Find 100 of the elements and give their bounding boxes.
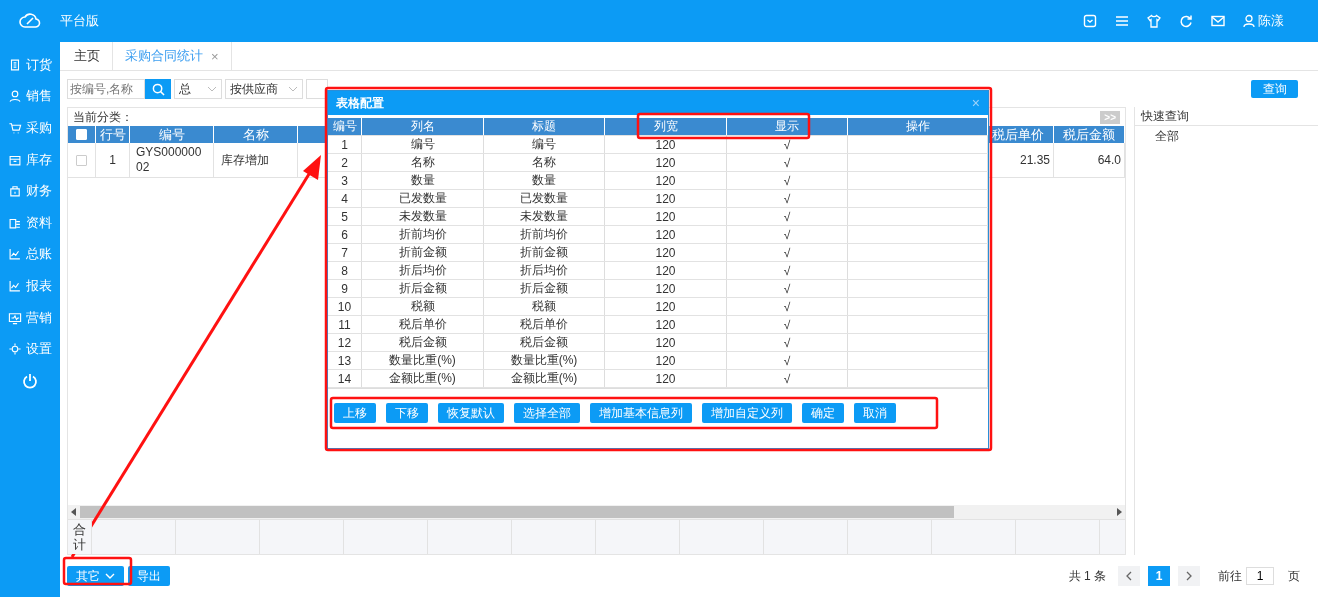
table-cell: √	[727, 208, 848, 225]
table-cell: 编号	[484, 136, 605, 153]
menu-item-icon	[8, 247, 22, 262]
table-cell: √	[727, 280, 848, 297]
sidebar-item[interactable]: 设置	[8, 333, 52, 365]
dialog-button[interactable]: 取消	[854, 403, 896, 423]
table-cell: 8	[328, 262, 362, 279]
next-page-button[interactable]	[1178, 566, 1200, 586]
table-cell: 折后均价	[362, 262, 484, 279]
sidebar-item[interactable]: 报表	[8, 270, 52, 302]
column-header[interactable]: 名称	[214, 126, 298, 143]
table-cell: 5	[328, 208, 362, 225]
menu-item-icon	[8, 278, 22, 293]
column-header[interactable]: 税后金额	[1054, 126, 1125, 143]
table-cell: √	[727, 316, 848, 333]
expand-button[interactable]: >>	[1100, 110, 1120, 124]
table-cell: 金额比重(%)	[484, 370, 605, 387]
page-input[interactable]: 1	[1246, 567, 1274, 585]
tab[interactable]: 主页	[62, 42, 113, 70]
sidebar-item[interactable]: 资料	[8, 206, 52, 239]
table-cell: 64.0	[1054, 143, 1125, 177]
row-checkbox[interactable]	[76, 154, 87, 166]
table-cell: 120	[605, 136, 727, 153]
table-cell: 税后单价	[362, 316, 484, 333]
previous-page-button[interactable]	[1118, 566, 1140, 586]
user-name[interactable]: 陈漾	[1258, 12, 1284, 30]
scroll-left-icon[interactable]	[71, 508, 77, 516]
tab[interactable]: 采购合同统计 ×	[113, 42, 232, 70]
table-cell: 3	[328, 172, 362, 189]
table-cell: 数量比重(%)	[362, 352, 484, 369]
menu-icon[interactable]	[1115, 14, 1129, 28]
table-cell: 6	[328, 226, 362, 243]
table-cell: 折后金额	[362, 280, 484, 297]
table-cell: 120	[605, 334, 727, 351]
sidebar-item[interactable]: 订货	[8, 49, 52, 81]
dialog-button[interactable]: 下移	[386, 403, 428, 423]
caret-icon	[105, 573, 115, 579]
sidebar-item[interactable]: 营销	[8, 301, 52, 334]
dialog-button[interactable]: 增加基本信息列	[590, 403, 692, 423]
shirt-icon[interactable]	[1147, 14, 1161, 28]
table-cell: 9	[328, 280, 362, 297]
table-cell: 折前均价	[362, 226, 484, 243]
table-cell: √	[727, 190, 848, 207]
select-field[interactable]: 按供应商	[225, 79, 303, 99]
table-cell: √	[727, 352, 848, 369]
select-field[interactable]: 总	[174, 79, 222, 99]
page-button[interactable]: 1	[1148, 566, 1170, 586]
mail-icon[interactable]	[1211, 14, 1225, 28]
search-button[interactable]	[145, 79, 171, 99]
toolbar-button[interactable]: 导出	[128, 566, 170, 586]
table-cell: 折后均价	[484, 262, 605, 279]
table-cell: 金额比重(%)	[362, 370, 484, 387]
search-icon	[151, 82, 165, 96]
table-cell: 11	[328, 316, 362, 333]
table-cell: 折前金额	[362, 244, 484, 261]
box-icon[interactable]	[1083, 14, 1097, 28]
refresh-icon[interactable]	[1179, 14, 1193, 28]
table-cell: 120	[605, 172, 727, 189]
sidebar-item[interactable]: 库存	[8, 143, 52, 176]
column-header[interactable]: 行号	[96, 126, 130, 143]
close-button[interactable]: ×	[971, 95, 980, 111]
goto-label: 前往	[1218, 567, 1242, 585]
dialog-button[interactable]: 上移	[334, 403, 376, 423]
dialog-button[interactable]: 确定	[802, 403, 844, 423]
sidebar-item[interactable]: 财务	[8, 175, 52, 207]
table-cell: 7	[328, 244, 362, 261]
table-cell: 税后金额	[362, 334, 484, 351]
table-cell: 120	[605, 280, 727, 297]
page-unit: 页	[1288, 567, 1300, 585]
table-cell: GYS00000002	[130, 143, 214, 177]
sidebar-item[interactable]: 销售	[8, 80, 52, 113]
table-cell: 税额	[362, 298, 484, 315]
table-cell: 120	[605, 154, 727, 171]
dialog-button[interactable]: 增加自定义列	[702, 403, 792, 423]
menu-item-icon	[8, 57, 22, 72]
quick-query-item[interactable]: 全部	[1135, 126, 1318, 146]
column-header[interactable]: 编号	[130, 126, 214, 143]
table-cell: 税后金额	[484, 334, 605, 351]
toolbar-button[interactable]: 其它	[67, 566, 124, 586]
search-field[interactable]: 按编号,名称	[67, 79, 145, 99]
table-cell: 折前均价	[484, 226, 605, 243]
horizontal-scrollbar[interactable]	[68, 505, 1125, 519]
sidebar-item[interactable]: 采购	[8, 112, 52, 144]
dialog-button[interactable]: 恢复默认	[438, 403, 504, 423]
user-icon[interactable]	[1243, 14, 1255, 28]
table-cell: 未发数量	[362, 208, 484, 225]
sidebar-item[interactable]: 总账	[8, 238, 52, 271]
panel-title: 快速查询	[1135, 107, 1318, 126]
query-button[interactable]: 查询	[1251, 80, 1298, 98]
table-cell: 120	[605, 226, 727, 243]
column-header: 列宽	[605, 118, 727, 135]
table-cell: 12	[328, 334, 362, 351]
dialog-button[interactable]: 选择全部	[514, 403, 580, 423]
table-cell: 120	[605, 352, 727, 369]
scroll-right-icon[interactable]	[1116, 508, 1122, 516]
chevron-icon	[288, 86, 298, 92]
power-icon[interactable]	[22, 372, 38, 389]
table-cell: 10	[328, 298, 362, 315]
select-all-checkbox[interactable]	[76, 129, 87, 140]
highlight-frame	[62, 556, 133, 586]
